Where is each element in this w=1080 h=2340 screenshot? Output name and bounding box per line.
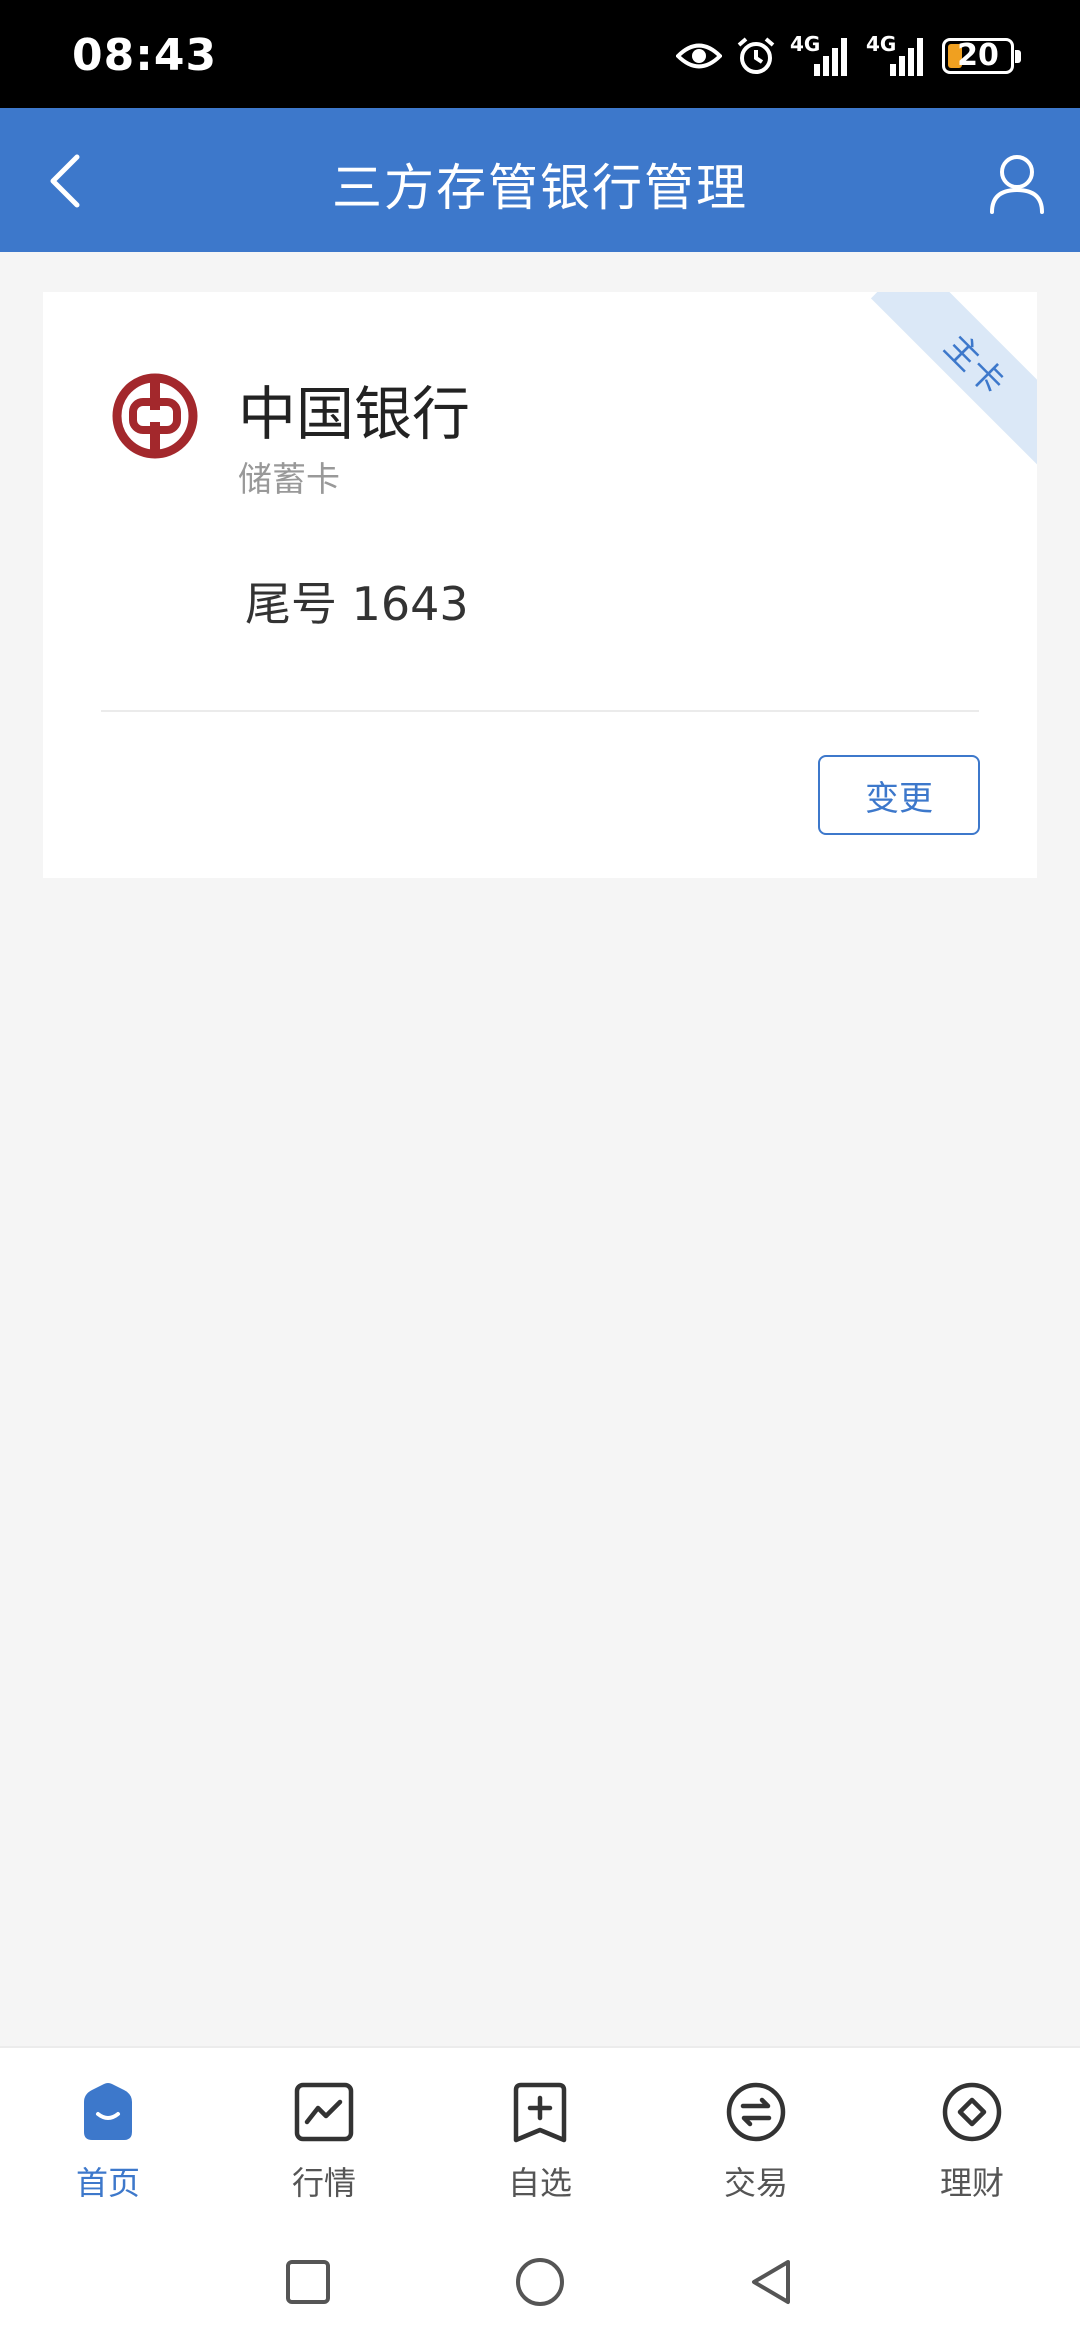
screen: 08:43 4G 4G 20 三方存管银行管理 主卡 中国银行 储蓄卡 尾号 1… [0, 0, 1080, 2340]
alarm-icon [737, 37, 775, 74]
bank-name: 中国银行 [238, 380, 471, 448]
bottom-tab-bar: 首页 行情 自选 交易 理财 [0, 2046, 1080, 2224]
status-icons: 4G 4G 20 [676, 32, 1021, 78]
network-type-2: 4G [866, 32, 897, 56]
card-type: 储蓄卡 [238, 460, 340, 500]
status-time: 08:43 [72, 30, 218, 81]
tab-label: 自选 [507, 2164, 572, 2202]
battery-icon: 20 [942, 38, 1021, 74]
market-chart-icon [294, 2082, 354, 2142]
tab-label: 首页 [75, 2164, 140, 2202]
bank-of-china-logo-icon [112, 373, 198, 459]
battery-level: 20 [957, 38, 999, 73]
tab-market[interactable]: 行情 [216, 2048, 432, 2226]
eye-icon [676, 43, 722, 69]
change-button[interactable]: 变更 [818, 755, 980, 835]
home-circle-icon[interactable] [510, 2252, 570, 2312]
ribbon-label: 主卡 [936, 326, 1013, 403]
tab-label: 行情 [291, 2164, 356, 2202]
tab-wealth[interactable]: 理财 [864, 2048, 1080, 2226]
home-icon [84, 2083, 132, 2140]
signal-icon: 4G [866, 32, 928, 78]
tab-trade[interactable]: 交易 [648, 2048, 864, 2226]
bank-card: 主卡 中国银行 储蓄卡 尾号 1643 变更 [43, 292, 1037, 878]
user-button[interactable] [982, 148, 1052, 218]
tab-watchlist[interactable]: 自选 [432, 2048, 648, 2226]
divider [101, 710, 979, 712]
recent-apps-icon[interactable] [278, 2252, 338, 2312]
app-header: 三方存管银行管理 [0, 108, 1080, 252]
tab-label: 理财 [939, 2164, 1004, 2202]
primary-card-ribbon: 主卡 [870, 292, 1037, 469]
trade-exchange-icon [726, 2082, 786, 2142]
system-nav-bar [0, 2224, 1080, 2340]
tab-home[interactable]: 首页 [0, 2048, 216, 2226]
tab-label: 交易 [723, 2164, 788, 2202]
page-title: 三方存管银行管理 [332, 159, 748, 217]
user-icon [990, 155, 1044, 214]
network-type-1: 4G [790, 32, 821, 56]
status-bar: 08:43 4G 4G 20 [0, 0, 1080, 108]
wealth-diamond-icon [942, 2082, 1002, 2142]
signal-icon: 4G [790, 32, 852, 78]
back-triangle-icon[interactable] [742, 2252, 802, 2312]
card-tail-number: 尾号 1643 [245, 577, 469, 631]
watchlist-add-icon [513, 2082, 567, 2143]
